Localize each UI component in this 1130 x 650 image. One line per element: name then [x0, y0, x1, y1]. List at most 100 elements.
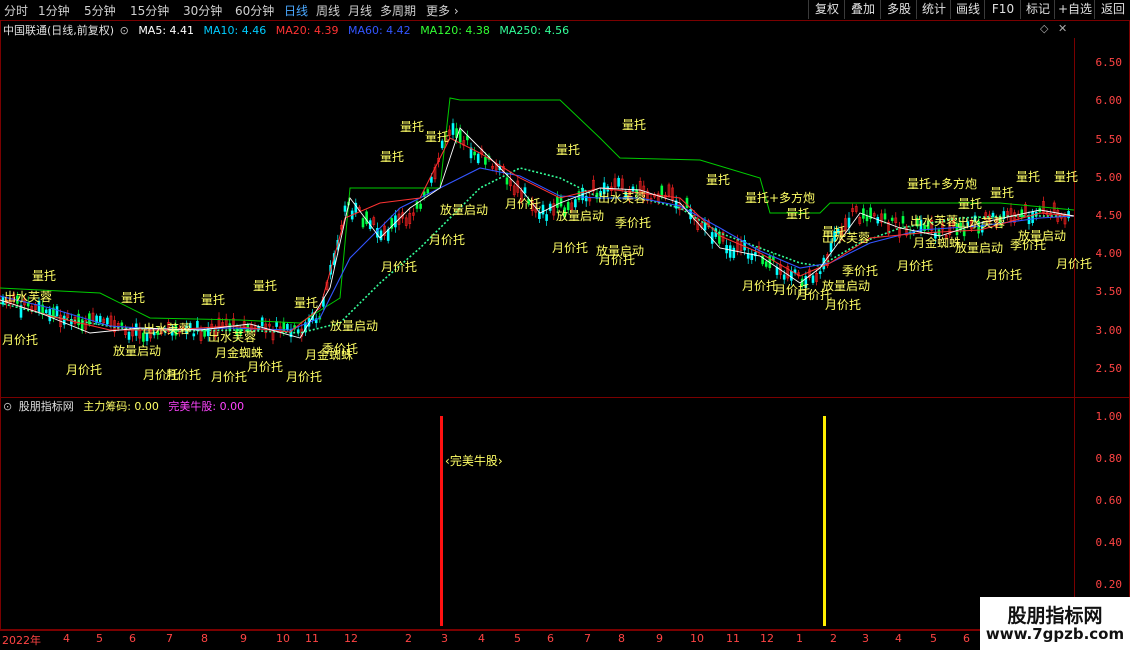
- period-1min[interactable]: 1分钟: [38, 2, 70, 19]
- watermark-url: www.7gpzb.com: [985, 625, 1125, 643]
- signal-label: 出水芙蓉: [208, 330, 257, 344]
- period-monthly[interactable]: 月线: [348, 2, 372, 19]
- signal-label: 出水芙蓉: [143, 322, 192, 336]
- x-tick: 1: [796, 632, 803, 645]
- signal-label: 月金蜘蛛: [913, 236, 962, 250]
- y-tick-main: 3.00: [1095, 324, 1123, 337]
- close-panel-icon[interactable]: ✕: [1058, 22, 1067, 35]
- signal-label: 量托: [201, 293, 226, 307]
- signal-label: 量托: [400, 120, 425, 134]
- signal-label: 月价托: [247, 360, 284, 374]
- period-30min[interactable]: 30分钟: [183, 2, 222, 19]
- biaoji-button[interactable]: 标记: [1020, 0, 1055, 19]
- period-more-label: 更多: [426, 4, 451, 18]
- candle-body: [473, 151, 476, 156]
- x-tick: 2: [830, 632, 837, 645]
- candle-body: [260, 317, 264, 327]
- zhuli-value: 主力筹码: 0.00: [83, 400, 159, 413]
- fuquan-button[interactable]: 复权: [808, 0, 845, 19]
- x-tick: 8: [618, 632, 625, 645]
- candle-body: [541, 204, 545, 215]
- candle-body: [811, 275, 815, 283]
- signal-label: 月价托: [429, 233, 466, 247]
- candle-body: [426, 189, 430, 194]
- signal-label: 放量启动: [440, 203, 489, 217]
- signal-label: 月价托: [211, 370, 248, 384]
- candle-body: [44, 309, 48, 314]
- top-toolbar: 分时 1分钟 5分钟 15分钟 30分钟 60分钟 日线 周线 月线 多周期 更…: [0, 0, 1130, 21]
- x-tick: 3: [441, 632, 448, 645]
- candle-body: [847, 217, 851, 228]
- y-tick-main: 3.50: [1095, 285, 1123, 298]
- duogu-button[interactable]: 多股: [880, 0, 917, 19]
- y-tick-main: 6.50: [1095, 56, 1123, 69]
- candle-body: [764, 261, 768, 267]
- diamond-icon[interactable]: ◇: [1040, 22, 1048, 35]
- signal-label: 月价托: [742, 279, 779, 293]
- period-weekly[interactable]: 周线: [316, 2, 340, 19]
- main-info-bar: 中国联通(日线,前复权) ⊙ MA5: 4.41 MA10: 4.46 MA20…: [0, 22, 575, 38]
- candle-body: [48, 308, 52, 322]
- f10-button[interactable]: F10: [984, 0, 1021, 19]
- period-60min[interactable]: 60分钟: [235, 2, 274, 19]
- x-tick: 5: [96, 632, 103, 645]
- signal-label: 出水芙蓉: [957, 216, 1006, 230]
- candle-body: [484, 156, 487, 165]
- candle-body: [782, 274, 786, 280]
- x-tick: 4: [63, 632, 70, 645]
- signal-label: 量托: [121, 291, 146, 305]
- signal-label: 放量启动: [955, 241, 1004, 255]
- signal-label: 月价托: [2, 333, 39, 347]
- settings-toggle-icon[interactable]: ⊙: [120, 24, 129, 37]
- indicator-panel: [0, 397, 1130, 630]
- candle-body: [728, 245, 732, 258]
- signal-bar-red: [440, 416, 443, 626]
- candle-body: [523, 187, 527, 194]
- x-tick: 8: [201, 632, 208, 645]
- signal-label: 量托: [958, 197, 983, 211]
- huaxian-button[interactable]: 画线: [950, 0, 985, 19]
- niugu-value: 完美牛股: 0.00: [168, 400, 245, 413]
- period-daily[interactable]: 日线: [284, 2, 308, 19]
- ma250-value: MA250: 4.56: [499, 24, 570, 37]
- x-tick: 2022年: [2, 634, 41, 647]
- period-multi[interactable]: 多周期: [380, 2, 416, 19]
- ma60-value: MA60: 4.42: [347, 24, 411, 37]
- watermark-logo: 股朋指标网 www.7gpzb.com: [980, 597, 1130, 650]
- indicator-toggle-icon[interactable]: ⊙: [3, 400, 12, 413]
- indicator-title[interactable]: 股朋指标网: [19, 400, 74, 413]
- x-tick: 2: [405, 632, 412, 645]
- x-tick: 4: [895, 632, 902, 645]
- candle-body: [1031, 211, 1034, 224]
- candle-body: [286, 323, 289, 330]
- x-tick: 7: [584, 632, 591, 645]
- back-button[interactable]: 返回: [1094, 0, 1130, 19]
- diejia-button[interactable]: 叠加: [844, 0, 881, 19]
- add-watchlist-button[interactable]: +自选: [1054, 0, 1095, 19]
- signal-label: 量托: [556, 143, 581, 157]
- period-fenshi[interactable]: 分时: [4, 2, 28, 19]
- candle-body: [685, 197, 689, 208]
- signal-label: 出水芙蓉: [4, 290, 53, 304]
- candle-body: [865, 215, 869, 222]
- period-more[interactable]: 更多 ›: [426, 2, 459, 19]
- y-tick-main: 4.50: [1095, 209, 1123, 222]
- period-5min[interactable]: 5分钟: [84, 2, 116, 19]
- ma10-value: MA10: 4.46: [203, 24, 267, 37]
- candle-body: [883, 213, 887, 220]
- x-tick: 6: [963, 632, 970, 645]
- x-tick: 11: [305, 632, 319, 645]
- signal-label: 量托: [990, 186, 1015, 200]
- signal-label: 月价托: [286, 370, 323, 384]
- signal-label: 月价托: [825, 298, 862, 312]
- y-tick-sub: 0.40: [1095, 536, 1123, 549]
- signal-label: 量托+多方炮: [907, 177, 978, 191]
- ma20-value: MA20: 4.39: [275, 24, 339, 37]
- candle-body: [574, 199, 577, 208]
- tongji-button[interactable]: 统计: [916, 0, 951, 19]
- signal-label: 月价托: [1056, 257, 1093, 271]
- x-tick: 12: [760, 632, 774, 645]
- candle-body: [476, 153, 480, 164]
- period-15min[interactable]: 15分钟: [130, 2, 169, 19]
- signal-label: 量托: [425, 130, 450, 144]
